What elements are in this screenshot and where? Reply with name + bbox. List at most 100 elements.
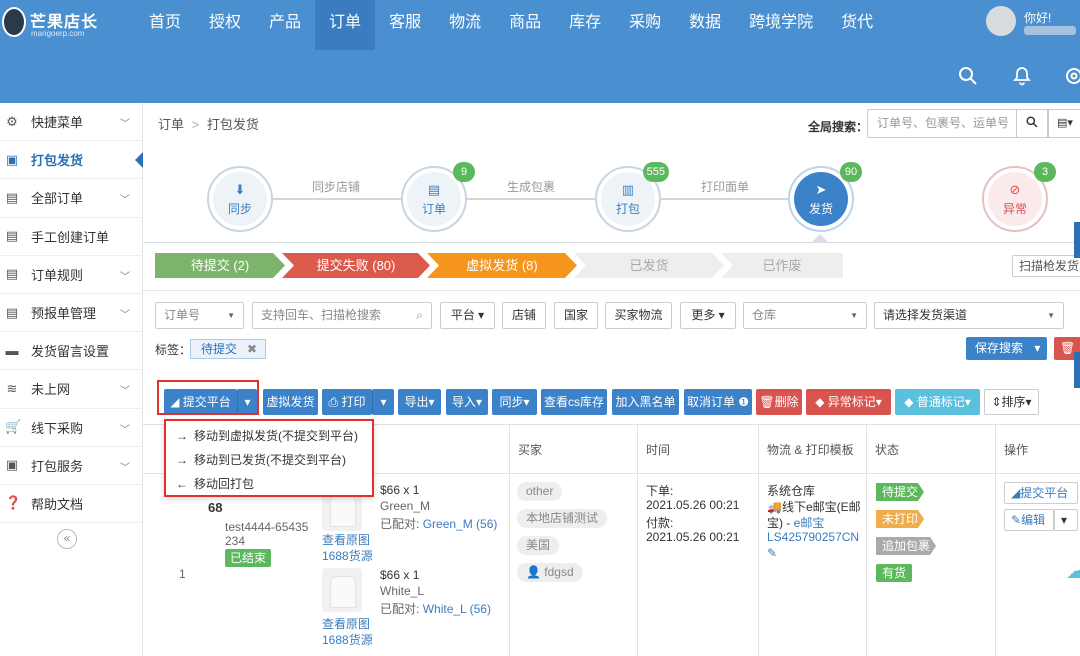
nav-data[interactable]: 数据 bbox=[675, 0, 735, 50]
scan-ship-button[interactable]: 扫描枪发货 bbox=[1012, 255, 1080, 277]
tab-failed[interactable]: 提交失败 (80) bbox=[282, 253, 430, 278]
sidebar-item-ship-message[interactable]: ▬ 发货留言设置 bbox=[0, 332, 142, 371]
warehouse-select[interactable]: 仓库 ▼ bbox=[743, 302, 867, 329]
nav-goods[interactable]: 商品 bbox=[495, 0, 555, 50]
channel-select[interactable]: 请选择发货渠道 ▼ bbox=[874, 302, 1064, 329]
tracking-number[interactable]: LS425790257CN bbox=[767, 530, 859, 544]
sidebar-item-pack-ship[interactable]: ▣ 打包发货 bbox=[0, 141, 143, 180]
sidebar-item-quick-menu[interactable]: ⚙ 快捷菜单 ﹀ bbox=[0, 103, 142, 142]
header-buyer[interactable]: 买家 bbox=[518, 441, 542, 458]
tab-virtual-ship[interactable]: 虚拟发货 (8) bbox=[427, 253, 577, 278]
source-link[interactable]: 1688货源 bbox=[322, 631, 373, 648]
sidebar-item-offline-purchase[interactable]: 🛒 线下采购 ﹀ bbox=[0, 409, 142, 447]
nav-auth[interactable]: 授权 bbox=[195, 0, 255, 50]
flow-step-sync[interactable]: ⬇ 同步 bbox=[207, 166, 273, 232]
export-button[interactable]: 导出▾ bbox=[398, 389, 441, 415]
product-thumbnail[interactable] bbox=[322, 568, 362, 612]
search-options-button[interactable]: ▤▾ bbox=[1048, 109, 1080, 138]
close-icon[interactable]: ✖ bbox=[247, 340, 257, 358]
nav-home[interactable]: 首页 bbox=[135, 0, 195, 50]
edit-icon[interactable]: ✎ bbox=[767, 546, 777, 560]
search-icon[interactable] bbox=[958, 66, 978, 89]
sidebar-item-help[interactable]: ❓ 帮助文档 bbox=[0, 485, 142, 524]
normal-mark-button[interactable]: ◆ 普通标记▾ bbox=[895, 389, 980, 415]
blacklist-button[interactable]: 加入黑名单 bbox=[612, 389, 679, 415]
tab-voided[interactable]: 已作废 bbox=[721, 253, 843, 278]
buyer-tag: 👤 fdgsd bbox=[517, 563, 583, 582]
search-icon[interactable] bbox=[1016, 109, 1048, 138]
brand-logo[interactable]: 芒果店长 mangoerp.com bbox=[2, 5, 100, 41]
row-submit-button[interactable]: ◢提交平台 bbox=[1004, 482, 1078, 504]
nav-purchase[interactable]: 采购 bbox=[615, 0, 675, 50]
sidebar-collapse-button[interactable]: « bbox=[57, 529, 77, 549]
cs-stock-button[interactable]: 查看cs库存 bbox=[541, 389, 607, 415]
caret-down-icon: ▼ bbox=[1047, 311, 1055, 320]
tab-shipped[interactable]: 已发货 bbox=[574, 253, 724, 278]
flow-step-ship[interactable]: ➤ 发货 90 bbox=[788, 162, 862, 232]
flow-step-abnormal[interactable]: ⊘ 异常 3 bbox=[982, 162, 1056, 232]
sidebar-item-forecast[interactable]: ▤ 预报单管理 ﹀ bbox=[0, 294, 142, 333]
bell-icon[interactable] bbox=[1012, 66, 1032, 89]
buyer-logistics-filter[interactable]: 买家物流 bbox=[605, 302, 672, 329]
print-dropdown-toggle[interactable]: ▾ bbox=[372, 389, 394, 415]
avatar[interactable] bbox=[986, 6, 1016, 36]
nav-service[interactable]: 客服 bbox=[375, 0, 435, 50]
side-tab-edge[interactable] bbox=[1074, 352, 1080, 388]
row-edit-button[interactable]: ✎编辑 bbox=[1004, 509, 1054, 531]
order-id[interactable]: test4444-65435 bbox=[225, 520, 308, 534]
truck-icon: 🚚 bbox=[767, 500, 782, 514]
matched-link[interactable]: Green_M (56) bbox=[423, 517, 498, 531]
header-time[interactable]: 时间 bbox=[646, 441, 670, 458]
breadcrumb-root[interactable]: 订单 bbox=[158, 117, 184, 132]
nav-stock[interactable]: 库存 bbox=[555, 0, 615, 50]
logistics-template-link[interactable]: e邮宝 bbox=[794, 516, 825, 530]
sidebar-item-order-rules[interactable]: ▤ 订单规则 ﹀ bbox=[0, 256, 142, 294]
header-logistics[interactable]: 物流 & 打印模板 bbox=[767, 441, 854, 458]
package-icon: ▣ bbox=[5, 151, 19, 167]
country-filter[interactable]: 国家 bbox=[554, 302, 598, 329]
print-button[interactable]: ⎙ 打印 bbox=[322, 389, 372, 415]
save-search-button[interactable]: 保存搜索 ▾ bbox=[966, 337, 1047, 360]
nav-academy[interactable]: 跨境学院 bbox=[735, 0, 827, 50]
header-actions[interactable]: 操作 bbox=[1004, 441, 1028, 458]
menu-item-move-shipped[interactable]: → 移动到已发货(不提交到平台) bbox=[166, 448, 372, 472]
sidebar-item-all-orders[interactable]: ▤ 全部订单 ﹀ bbox=[0, 179, 142, 218]
nav-logistics[interactable]: 物流 bbox=[435, 0, 495, 50]
flow-step-pack[interactable]: ▥ 打包 555 bbox=[595, 162, 669, 232]
row-more-dropdown[interactable]: ▾ bbox=[1054, 509, 1078, 531]
breadcrumb-current: 打包发货 bbox=[206, 117, 259, 132]
nav-order[interactable]: 订单 bbox=[315, 0, 376, 50]
shop-filter[interactable]: 店铺 bbox=[502, 302, 546, 329]
import-button[interactable]: 导入▾ bbox=[446, 389, 488, 415]
view-image-link[interactable]: 查看原图 bbox=[322, 531, 370, 548]
nav-product[interactable]: 产品 bbox=[255, 0, 315, 50]
header-status[interactable]: 状态 bbox=[875, 441, 899, 458]
global-search-input[interactable]: 订单号、包裹号、运单号 bbox=[867, 109, 1017, 138]
flow-step-order[interactable]: ▤ 订单 9 bbox=[401, 162, 475, 232]
more-filter[interactable]: 更多 ▾ bbox=[680, 302, 736, 329]
sidebar-item-manual-order[interactable]: ▤ 手工创建订单 bbox=[0, 218, 142, 256]
menu-item-move-back-pack[interactable]: ← 移动回打包 bbox=[166, 472, 372, 496]
platform-filter[interactable]: 平台 ▾ bbox=[440, 302, 495, 329]
view-image-link[interactable]: 查看原图 bbox=[322, 615, 370, 632]
highlight-box bbox=[157, 380, 259, 415]
matched-link[interactable]: White_L (56) bbox=[423, 602, 491, 616]
source-link[interactable]: 1688货源 bbox=[322, 547, 373, 564]
keyword-search-input[interactable]: 支持回车、扫描枪搜索 ⌕ bbox=[252, 302, 432, 329]
order-no-select[interactable]: 订单号 ▼ bbox=[155, 302, 244, 329]
tab-pending[interactable]: 待提交 (2) bbox=[155, 253, 285, 278]
sort-button[interactable]: ⇕排序▾ bbox=[984, 389, 1039, 415]
virtual-ship-button[interactable]: 虚拟发货 bbox=[263, 389, 318, 415]
settings-icon[interactable] bbox=[1064, 66, 1080, 89]
sidebar-item-offline[interactable]: ≋ 未上网 ﹀ bbox=[0, 370, 142, 409]
sync-button[interactable]: 同步▾ bbox=[492, 389, 537, 415]
sidebar-item-label: 快捷菜单 bbox=[31, 115, 84, 131]
menu-item-move-virtual[interactable]: → 移动到虚拟发货(不提交到平台) bbox=[166, 424, 372, 448]
side-tab-edge[interactable] bbox=[1074, 222, 1080, 258]
abnormal-mark-button[interactable]: ◆ 异常标记▾ bbox=[806, 389, 891, 415]
cloud-icon[interactable]: ☁ bbox=[1066, 558, 1080, 584]
nav-forwarder[interactable]: 货代 bbox=[827, 0, 887, 50]
delete-button[interactable]: 🗑删除 bbox=[756, 389, 802, 415]
sidebar-item-pack-service[interactable]: ▣ 打包服务 ﹀ bbox=[0, 447, 142, 485]
cancel-order-button[interactable]: 取消订单 ❶ bbox=[684, 389, 752, 415]
